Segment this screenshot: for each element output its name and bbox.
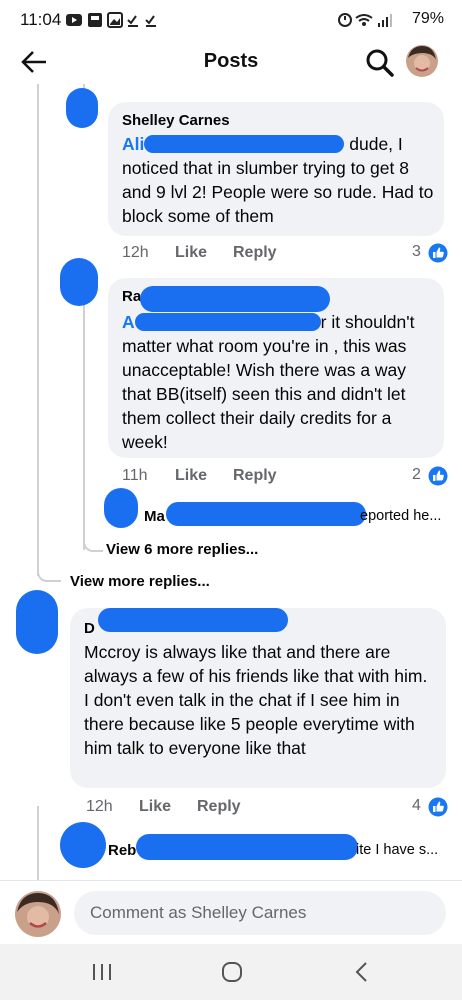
redaction (144, 135, 345, 153)
reply-author: Ma (144, 508, 165, 525)
battery-level: 79% (411, 10, 444, 27)
comment-text: Mccroy is always like that and there are… (84, 642, 428, 758)
view-6-more-replies-link[interactable]: View 6 more replies... (106, 541, 258, 558)
comment-time: 12h (122, 244, 149, 261)
redaction (134, 313, 321, 331)
reply-button[interactable]: Reply (233, 244, 277, 262)
notification-icons (66, 12, 156, 28)
thread-line (83, 292, 85, 550)
redaction (136, 834, 358, 860)
comment-bubble: Ra Ar it shouldn't matter what room you'… (108, 278, 444, 458)
top-bar: Posts (0, 40, 462, 84)
avatar[interactable] (66, 88, 98, 128)
redaction (166, 502, 366, 526)
comment-input[interactable]: Comment as Shelley Carnes (74, 891, 446, 935)
comment-author[interactable]: D (84, 620, 95, 637)
comment-composer: Comment as Shelley Carnes (0, 880, 462, 945)
mentioned-user[interactable]: A (122, 312, 135, 332)
home-icon[interactable] (220, 960, 244, 984)
mentioned-user[interactable]: Ali (122, 134, 144, 154)
composer-avatar (15, 891, 61, 937)
thread-line (37, 84, 39, 576)
like-reaction-icon[interactable] (428, 797, 448, 817)
comment-author[interactable]: Shelley Carnes (122, 112, 230, 129)
view-more-replies-link[interactable]: View more replies... (70, 573, 210, 590)
comment-author[interactable]: Ra (122, 288, 141, 305)
search-icon[interactable] (365, 48, 395, 78)
comment-time: 12h (86, 798, 113, 815)
avatar[interactable] (60, 258, 98, 306)
system-icons (338, 13, 392, 27)
like-button[interactable]: Like (139, 798, 171, 816)
like-reaction-icon[interactable] (428, 243, 448, 263)
comment-text: matter what room you're in , this was un… (122, 336, 407, 452)
comment-bubble: Shelley Carnes Ali dude, I noticed that … (108, 102, 444, 236)
avatar (104, 488, 138, 528)
comment-bubble: D Mccroy is always like that and there a… (70, 608, 446, 788)
thread-line (37, 560, 61, 582)
system-nav-bar (0, 944, 462, 1000)
like-button[interactable]: Like (175, 244, 207, 262)
status-time: 11:04 (20, 10, 62, 29)
avatar (60, 822, 106, 868)
comment-text: r it shouldn't (320, 312, 415, 332)
collapsed-reply[interactable]: Ma eported he... (104, 482, 454, 532)
avatar[interactable] (16, 590, 58, 654)
redaction (98, 608, 288, 632)
recents-icon[interactable] (90, 962, 114, 982)
reply-snippet: eported he... (360, 508, 442, 524)
thread-line (37, 806, 39, 880)
comment-text: dude, I (349, 134, 403, 154)
status-bar: 11:04 79% (0, 0, 462, 40)
comment-text: noticed that in slumber trying to get 8 … (122, 158, 434, 226)
redaction (140, 286, 330, 312)
back-nav-icon[interactable] (352, 960, 372, 984)
reply-snippet: ite I have s... (356, 842, 439, 858)
reaction-count: 4 (412, 797, 421, 814)
comment-placeholder: Comment as Shelley Carnes (90, 903, 307, 922)
collapsed-reply[interactable]: Reb ite I have s... (60, 818, 454, 874)
reply-author: Reb (108, 842, 137, 859)
reply-button[interactable]: Reply (197, 798, 241, 816)
profile-avatar[interactable] (405, 44, 439, 78)
thread-line (83, 530, 103, 552)
reaction-count: 3 (412, 243, 421, 260)
